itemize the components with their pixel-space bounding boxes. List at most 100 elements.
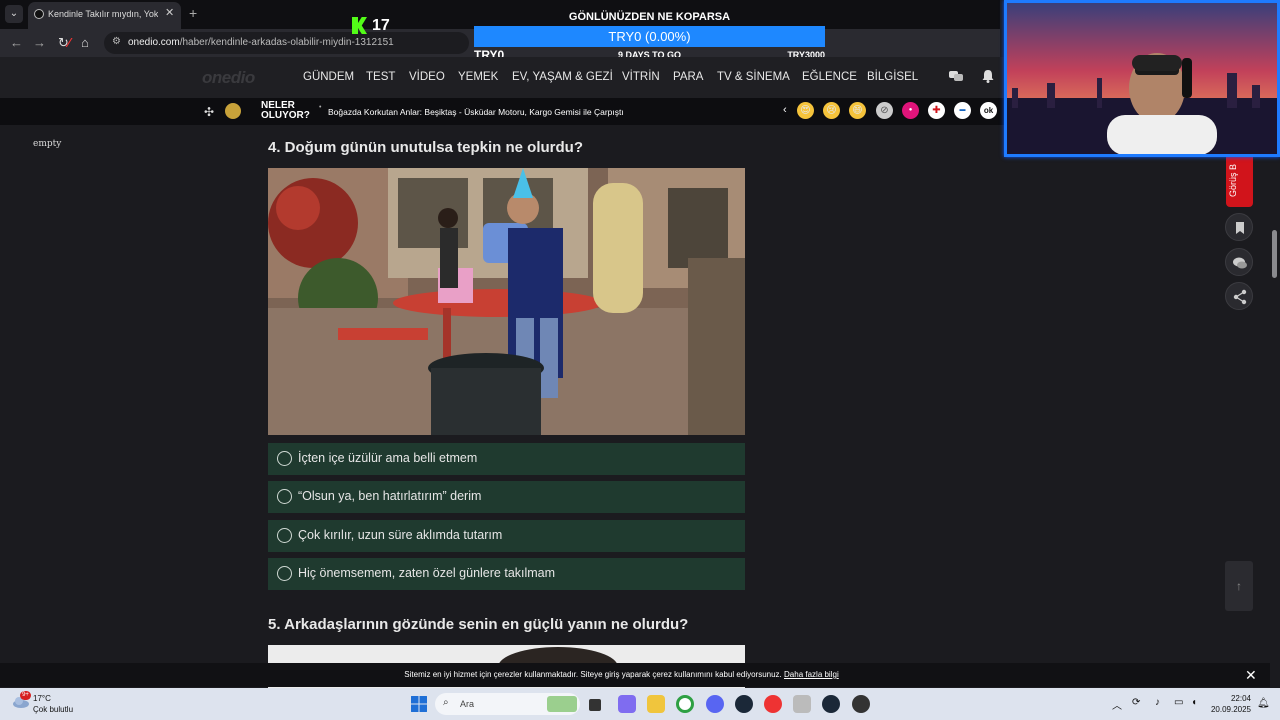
home-icon[interactable]: ⌂ [81, 35, 89, 50]
emoji-sad-icon[interactable]: 😢 [823, 102, 840, 119]
nav-video[interactable]: VİDEO [409, 71, 445, 83]
weather-temperature[interactable]: 17°C [33, 694, 51, 703]
streamer-webcam [1004, 0, 1280, 157]
file-explorer-icon[interactable] [647, 695, 665, 713]
cookie-more-info-link[interactable]: Daha fazla bilgi [784, 670, 839, 679]
donation-goal-bar-text: TRY0 (0.00%) [608, 29, 691, 44]
feedback-tab[interactable]: Görüş B [1226, 157, 1253, 207]
steam-icon-2[interactable] [822, 695, 840, 713]
url-path: /haber/kendinle-arkadas-olabilir-miydin-… [179, 37, 394, 48]
question-4-title: 4. Doğum günün unutulsa tepkin ne olurdu… [268, 139, 583, 156]
discord-icon[interactable] [706, 695, 724, 713]
nav-eglence[interactable]: EĞLENCE [802, 71, 857, 83]
nav-para[interactable]: PARA [673, 71, 703, 83]
onedio-favicon-icon [34, 9, 44, 19]
search-icon: ⌕ [443, 697, 449, 708]
cookie-close-icon[interactable]: ✕ [1245, 667, 1257, 684]
option-text: “Olsun ya, ben hatırlatırım” derim [298, 489, 482, 503]
ticker-prev-icon[interactable]: ‹ [783, 104, 787, 116]
question-4-option-1[interactable]: İçten içe üzülür ama belli etmem [268, 443, 745, 475]
tab-close-icon[interactable]: ✕ [165, 6, 174, 19]
tab-list-chevron-icon[interactable]: ⌄ [5, 5, 23, 23]
chat-bubbles-icon[interactable] [948, 68, 964, 84]
new-tab-plus-icon[interactable]: + [189, 5, 197, 21]
tray-sync-icon[interactable]: ⟳ [1132, 697, 1140, 708]
notification-bell-tray-icon[interactable]: 🔔︎ [1257, 698, 1270, 709]
emoji-ok-icon[interactable]: ok [980, 102, 997, 119]
birthday-scene-illustration [268, 168, 745, 435]
ticker-dot-icon: • [319, 104, 322, 111]
annotation-slash-icon: ⁄ [68, 35, 71, 50]
forward-arrow-icon[interactable]: → [33, 35, 46, 50]
weather-description[interactable]: Çok bulutlu [33, 705, 73, 714]
taskbar-clock-time[interactable]: 22:04 [1215, 694, 1251, 703]
page-scrollbar[interactable] [1272, 230, 1277, 278]
question-4-image [268, 168, 745, 435]
tray-chevron-up-icon[interactable]: ︿ [1112, 697, 1122, 712]
option-text: Çok kırılır, uzun süre aklımda tutarım [298, 528, 503, 542]
emoji-love-icon[interactable]: 😍 [797, 102, 814, 119]
radio-button[interactable] [277, 528, 292, 543]
emoji-plus-icon[interactable]: ✚ [928, 102, 945, 119]
tab-title: Kendinle Takılır mıydın, Yoksa Kendini S… [48, 9, 158, 19]
option-text: İçten içe üzülür ama belli etmem [298, 451, 478, 465]
search-highlight-icon [547, 696, 577, 712]
cookie-consent-text: Sitemiz en iyi hizmet için çerezler kull… [0, 670, 1243, 679]
nav-test[interactable]: TEST [366, 71, 395, 83]
tray-network-icon[interactable]: ▭ [1174, 697, 1183, 708]
nav-bilgisel[interactable]: BİLGİSEL [867, 71, 918, 83]
webcam-feed-image [1007, 3, 1277, 154]
steam-icon[interactable] [735, 695, 753, 713]
cookie-consent-bar: Sitemiz en iyi hizmet için çerezler kull… [0, 663, 1270, 687]
news-ticker-headline[interactable]: Boğazda Korkutan Anlar: Beşiktaş - Üsküd… [328, 107, 624, 117]
scroll-to-top-button[interactable]: ↑ [1225, 561, 1253, 611]
task-view-icon[interactable] [589, 699, 601, 711]
notification-bell-icon[interactable] [980, 68, 996, 84]
browser-tab-active[interactable]: Kendinle Takılır mıydın, Yoksa Kendini S… [28, 2, 181, 29]
back-arrow-icon[interactable]: ← [10, 35, 23, 50]
taskbar-search-box[interactable]: ⌕ Ara [435, 693, 580, 715]
url-bar[interactable]: ⚙ onedio.com/haber/kendinle-arkadas-olab… [104, 32, 469, 54]
radio-button[interactable] [277, 489, 292, 504]
category-grid-icon[interactable]: ✣ [204, 105, 214, 119]
app-icon[interactable] [793, 695, 811, 713]
obs-record-icon[interactable] [764, 695, 782, 713]
emoji-pink-icon[interactable]: ● [902, 102, 919, 119]
share-button[interactable] [1225, 282, 1253, 310]
radio-button[interactable] [277, 451, 292, 466]
emoji-laugh-icon[interactable]: 😄 [849, 102, 866, 119]
donation-goal-bar: TRY0 (0.00%) [474, 26, 825, 47]
emoji-neutral-icon[interactable]: ⊘ [876, 102, 893, 119]
question-4-option-3[interactable]: Çok kırılır, uzun süre aklımda tutarım [268, 520, 745, 552]
viewer-count: 17 [372, 17, 390, 34]
copilot-app-icon[interactable] [618, 695, 636, 713]
feedback-tab-label: Görüş B [1228, 163, 1238, 197]
radio-button[interactable] [277, 566, 292, 581]
neler-label-line2: OLUYOR? [261, 110, 310, 121]
url-host: onedio.com [128, 37, 180, 48]
url-text: onedio.com/haber/kendinle-arkadas-olabil… [128, 37, 394, 48]
windows-start-icon[interactable] [410, 695, 428, 713]
emoji-blue-icon[interactable]: ▬ [954, 102, 971, 119]
tray-volume-icon[interactable]: ◖ [1191, 697, 1197, 708]
nav-yemek[interactable]: YEMEK [458, 71, 498, 83]
taskbar-clock-date[interactable]: 20.09.2025 [1200, 705, 1251, 714]
nav-tv-sinema[interactable]: TV & SİNEMA [717, 71, 790, 83]
onedio-logo[interactable]: onedio [202, 68, 255, 88]
question-4-option-4[interactable]: Hiç önemsemem, zaten özel günlere takılm… [268, 558, 745, 590]
share-icon [1233, 289, 1247, 305]
question-4-option-2[interactable]: “Olsun ya, ben hatırlatırım” derim [268, 481, 745, 513]
chrome-browser-icon[interactable] [676, 695, 694, 713]
bookmark-button[interactable] [1225, 213, 1253, 241]
option-text: Hiç önemsemem, zaten özel günlere takılm… [298, 566, 556, 580]
windows-taskbar: 9+ 17°C Çok bulutlu ⌕ Ara ︿ ⟳ ♪ ▭ ◖ 22:0… [0, 688, 1280, 720]
comments-button[interactable] [1225, 248, 1253, 276]
nav-gundem[interactable]: GÜNDEM [303, 71, 354, 83]
nav-ev-yasam-gezi[interactable]: EV, YAŞAM & GEZİ [512, 71, 613, 83]
obs-studio-icon[interactable] [852, 695, 870, 713]
nav-vitrin[interactable]: VİTRİN [622, 71, 660, 83]
badge-icon[interactable] [225, 103, 241, 119]
site-info-icon[interactable]: ⚙ [112, 36, 121, 47]
search-placeholder: Ara [460, 699, 475, 709]
tray-microphone-icon[interactable]: ♪ [1155, 697, 1160, 708]
